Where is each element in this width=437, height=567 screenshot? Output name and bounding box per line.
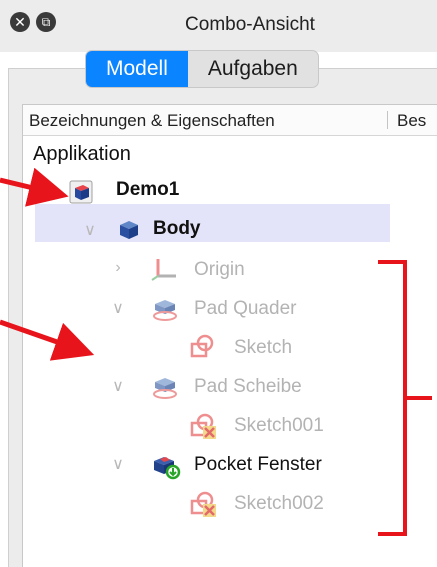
tree-item-label: Sketch001 bbox=[234, 415, 324, 436]
pad-icon bbox=[153, 300, 177, 321]
chevron-down-icon[interactable]: ∨ bbox=[108, 454, 128, 474]
pocket-tip-icon bbox=[154, 457, 181, 480]
chevron-down-icon[interactable]: ∨ bbox=[80, 220, 100, 240]
chevron-down-icon[interactable]: ∨ bbox=[108, 298, 128, 318]
header-labels-properties[interactable]: Bezeichnungen & Eigenschaften bbox=[29, 111, 275, 131]
sketch-warning-icon bbox=[190, 413, 216, 439]
tree-item-label: Body bbox=[153, 218, 201, 239]
tree-item-demo1[interactable]: Demo1 bbox=[0, 173, 437, 211]
tree-item-label: Pad Quader bbox=[194, 298, 297, 319]
title-bar: ✕ ⧉ Combo-Ansicht bbox=[0, 0, 437, 52]
window-title: Combo-Ansicht bbox=[185, 14, 315, 35]
close-window-icon[interactable]: ✕ bbox=[10, 12, 30, 32]
tree-item-label: Origin bbox=[194, 259, 245, 280]
tree-item-body[interactable]: ∨ Body bbox=[0, 212, 437, 250]
tree-item-label: Demo1 bbox=[116, 179, 180, 200]
restore-window-icon[interactable]: ⧉ bbox=[36, 12, 56, 32]
document-icon bbox=[69, 180, 93, 204]
tree-item-sketch002[interactable]: Sketch002 bbox=[0, 485, 437, 523]
header-description[interactable]: Bes bbox=[397, 111, 426, 131]
body-icon bbox=[120, 221, 138, 239]
tree-header: Bezeichnungen & Eigenschaften Bes bbox=[23, 105, 437, 136]
tree-item-pad-scheibe[interactable]: ∨ Pad Scheibe bbox=[0, 368, 437, 406]
tree-item-label: Pad Scheibe bbox=[194, 376, 302, 397]
tree-item-label: Sketch bbox=[234, 337, 293, 358]
tree-item-sketch001[interactable]: Sketch001 bbox=[0, 407, 437, 445]
origin-axes-icon bbox=[151, 259, 176, 281]
tree-item-label: Sketch002 bbox=[234, 493, 324, 514]
pad-icon bbox=[153, 378, 177, 399]
chevron-down-icon[interactable]: ∨ bbox=[108, 376, 128, 396]
header-separator bbox=[387, 111, 388, 129]
tree-item-sketch[interactable]: Sketch bbox=[0, 329, 437, 367]
sketch-icon bbox=[190, 334, 214, 358]
tab-bar: Modell Aufgaben bbox=[85, 50, 319, 88]
chevron-right-icon[interactable]: › bbox=[108, 259, 128, 277]
tab-modell[interactable]: Modell bbox=[86, 51, 188, 87]
tree-item-label: Pocket Fenster bbox=[194, 454, 322, 475]
tab-aufgaben[interactable]: Aufgaben bbox=[188, 51, 318, 87]
tree-item-origin[interactable]: › Origin bbox=[0, 251, 437, 289]
tree-item-pocket-fenster[interactable]: ∨ Pocket Fenster bbox=[0, 446, 437, 484]
tree-item-pad-quader[interactable]: ∨ Pad Quader bbox=[0, 290, 437, 328]
sketch-warning-icon bbox=[190, 491, 216, 517]
